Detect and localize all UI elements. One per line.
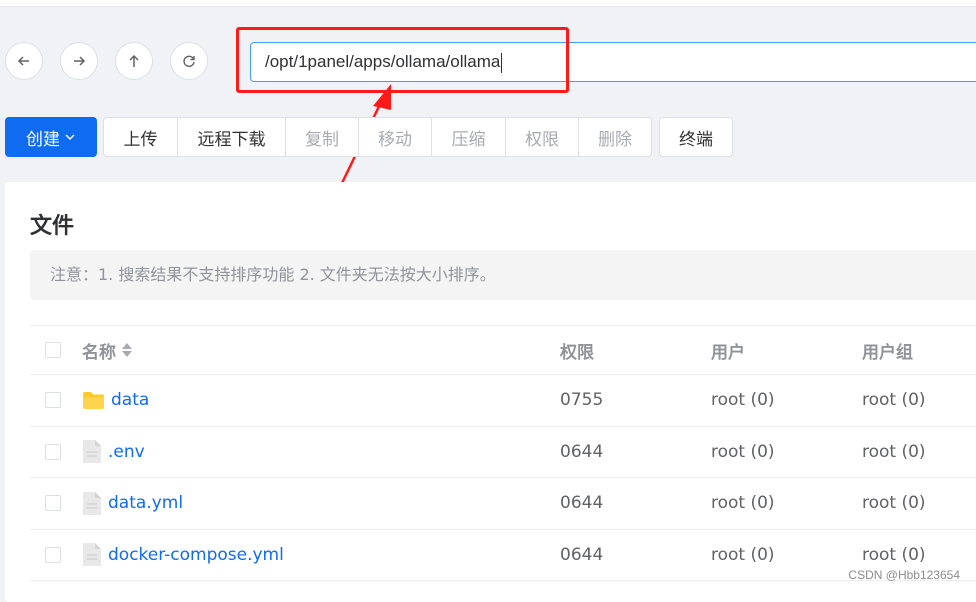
name-cell: data.yml [82,478,183,529]
move-button[interactable]: 移动 [358,117,432,157]
copy-button[interactable]: 复制 [285,117,359,157]
up-button[interactable] [115,42,153,80]
path-input[interactable]: /opt/1panel/apps/ollama/ollama [250,42,976,82]
row-checkbox[interactable] [45,546,61,563]
file-name-link[interactable]: .env [108,442,145,462]
table-row[interactable]: data 0755 root (0) root (0) [30,375,976,427]
group-column-header: 用户组 [862,342,913,363]
sort-icon[interactable] [122,343,132,357]
file-icon [83,543,101,567]
select-all-checkbox[interactable] [45,342,61,358]
group-cell: root (0) [862,493,926,514]
name-cell: .env [82,427,145,478]
permission-button[interactable]: 权限 [505,117,579,157]
name-column-header[interactable]: 名称 [82,326,132,374]
user-cell: root (0) [711,493,775,514]
group-cell: root (0) [862,441,926,462]
forward-button[interactable] [60,42,98,80]
table-row[interactable]: .env 0644 root (0) root (0) [30,427,976,478]
name-header-label: 名称 [82,342,116,363]
permission-cell: 0644 [560,441,604,462]
user-column-header: 用户 [711,342,745,363]
create-button[interactable]: 创建 [5,117,97,157]
create-label: 创建 [26,129,60,150]
permission-column-header: 权限 [560,342,594,363]
delete-button[interactable]: 删除 [578,117,652,157]
user-cell: root (0) [711,441,775,462]
name-cell: docker-compose.yml [82,530,284,581]
terminal-button[interactable]: 终端 [659,117,733,157]
file-name-link[interactable]: data.yml [108,493,183,513]
arrow-left-icon [17,56,29,66]
chevron-down-icon [65,134,75,140]
file-name-link[interactable]: data [111,390,149,410]
table-row[interactable]: data.yml 0644 root (0) root (0) [30,478,976,530]
folder-icon [83,391,104,409]
arrow-up-icon [129,54,139,67]
text-caret [501,52,503,73]
permission-cell: 0644 [560,493,604,514]
top-bar [0,0,976,7]
table-row[interactable]: docker-compose.yml 0644 root (0) root (0… [30,530,976,581]
name-cell: data [82,375,149,426]
row-checkbox[interactable] [45,392,61,409]
file-panel: 文件 注意：1. 搜索结果不支持排序功能 2. 文件夹无法按大小排序。 名称 权… [5,182,976,602]
permission-cell: 0755 [560,390,604,411]
arrow-right-icon [74,56,86,66]
user-cell: root (0) [711,390,775,411]
file-icon [83,491,101,515]
file-action-group: 上传 远程下载 复制 移动 压缩 权限 删除 [103,117,652,157]
back-button[interactable] [5,42,43,80]
row-checkbox[interactable] [45,443,61,460]
upload-button[interactable]: 上传 [103,117,178,157]
remote-download-button[interactable]: 远程下载 [177,117,286,157]
permission-cell: 0644 [560,544,604,565]
refresh-icon [183,55,195,67]
file-name-link[interactable]: docker-compose.yml [108,545,284,565]
notice-alert: 注意：1. 搜索结果不支持排序功能 2. 文件夹无法按大小排序。 [30,250,976,300]
page-title: 文件 [30,214,75,239]
compress-button[interactable]: 压缩 [431,117,506,157]
table-header: 名称 权限 用户 用户组 [30,325,976,375]
watermark: CSDN @Hbb123654 [848,568,960,582]
file-table: 名称 权限 用户 用户组 data 0755 root (0) root (0) [30,325,976,581]
refresh-button[interactable] [170,42,208,80]
user-cell: root (0) [711,544,775,565]
file-icon [83,440,101,464]
group-cell: root (0) [862,390,926,411]
row-checkbox[interactable] [45,495,61,512]
path-text: /opt/1panel/apps/ollama/ollama [265,52,501,71]
